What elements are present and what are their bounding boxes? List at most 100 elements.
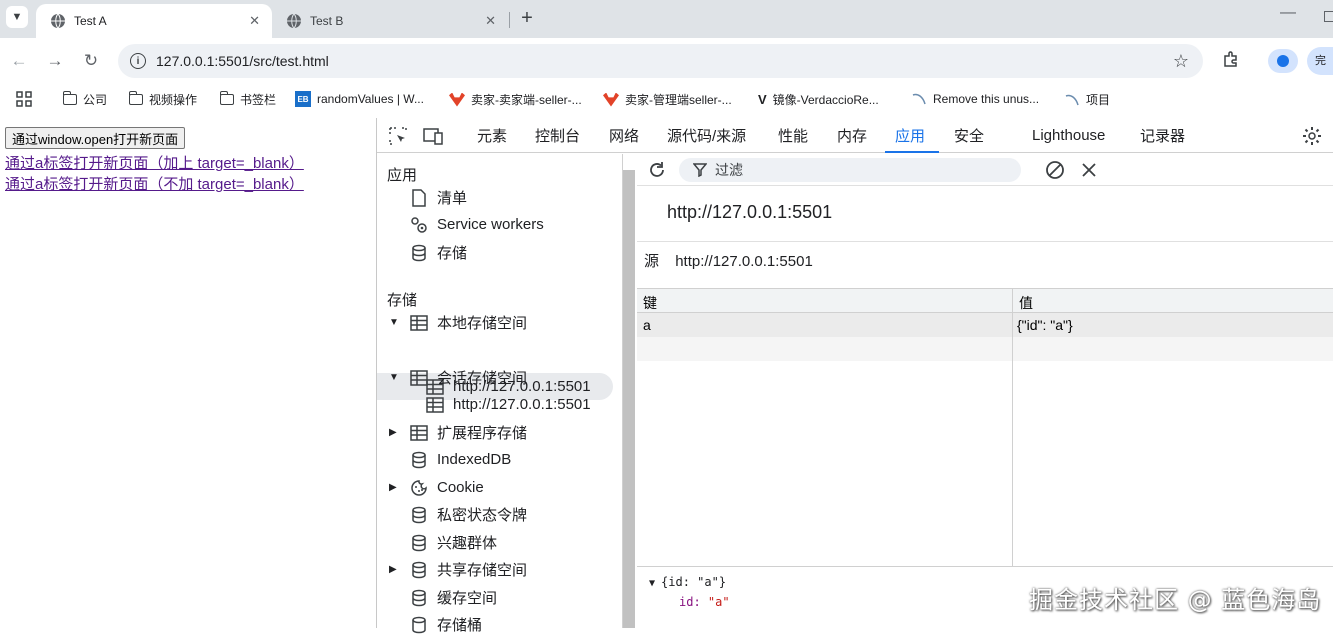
tab-application[interactable]: 应用: [884, 118, 940, 153]
profile-avatar[interactable]: [1268, 49, 1298, 73]
sidebar-item-interest-groups[interactable]: 兴趣群体: [409, 529, 497, 556]
device-toolbar-icon[interactable]: [422, 126, 444, 146]
maximize-icon[interactable]: [1324, 11, 1333, 22]
triangle-right-icon[interactable]: ▶: [389, 427, 401, 438]
tab-sources[interactable]: 源代码/来源: [667, 118, 746, 152]
bookmark-item[interactable]: 公司: [62, 91, 107, 108]
tab-recorder[interactable]: 记录器: [1140, 118, 1185, 152]
bookmark-item[interactable]: Remove this unus...: [911, 91, 1039, 107]
sidebar-item-local-storage[interactable]: ▼ 本地存储空间: [389, 309, 527, 336]
link-without-blank[interactable]: 通过a标签打开新页面（不加 target=_blank）: [5, 173, 304, 194]
gears-icon: [409, 215, 429, 235]
sidebar-item-shared-storage[interactable]: ▶ 共享存储空间: [389, 556, 527, 583]
tab-network[interactable]: 网络: [609, 118, 639, 152]
document-icon: [409, 188, 429, 208]
triangle-down-icon[interactable]: ▼: [389, 317, 401, 328]
tab-label: Test A: [74, 14, 107, 28]
forward-button[interactable]: →: [44, 50, 66, 72]
sidebar-item-private-state-tokens[interactable]: 私密状态令牌: [409, 501, 527, 528]
folder-icon: [62, 91, 77, 105]
address-bar[interactable]: i 127.0.0.1:5501/src/test.html ☆: [118, 44, 1203, 78]
site-info-icon[interactable]: i: [130, 53, 146, 69]
sidebar-item-indexeddb[interactable]: IndexedDB: [409, 446, 511, 473]
inspect-element-icon[interactable]: [388, 126, 408, 146]
tab-test-a[interactable]: Test A ✕: [36, 4, 272, 38]
new-tab-button[interactable]: +: [516, 7, 538, 29]
bookmark-item[interactable]: V 镜像-VerdaccioRe...: [758, 91, 879, 108]
delete-selected-icon[interactable]: [1080, 161, 1098, 179]
database-icon: [409, 588, 429, 608]
sidebar-item-session-storage[interactable]: ▼ 会话存储空间: [389, 364, 527, 391]
clear-all-icon[interactable]: [1045, 160, 1065, 180]
sidebar-item-cookie[interactable]: ▶ Cookie: [389, 474, 484, 501]
link-with-blank[interactable]: 通过a标签打开新页面（加上 target=_blank）: [5, 152, 304, 173]
bookmark-item[interactable]: 书签栏: [219, 91, 276, 108]
tab-console[interactable]: 控制台: [535, 118, 580, 152]
triangle-down-icon[interactable]: ▼: [389, 372, 401, 383]
column-key-header[interactable]: 键: [643, 293, 657, 313]
sidebar-scrollbar[interactable]: [623, 170, 635, 628]
eb-icon: EB: [295, 91, 311, 107]
sidebar-item-service-workers[interactable]: Service workers: [409, 211, 544, 238]
settings-gear-icon[interactable]: [1302, 126, 1322, 146]
storage-table: 键 值 a {"id": "a"}: [637, 288, 1333, 566]
sidebar-item-storage-buckets[interactable]: 存储桶: [409, 611, 482, 638]
refresh-icon[interactable]: [647, 160, 667, 180]
row-key: a: [643, 317, 651, 333]
bookmark-item[interactable]: 视频操作: [128, 91, 197, 108]
gitlab-fox-icon: [449, 92, 465, 107]
source-value: http://127.0.0.1:5501: [675, 253, 813, 270]
tab-strip: ▼ Test A ✕ Test B ✕ + —: [0, 0, 1333, 38]
verdaccio-icon: V: [758, 92, 767, 107]
tab-performance[interactable]: 性能: [778, 118, 808, 152]
tab-label: Test B: [310, 14, 344, 28]
triangle-right-icon[interactable]: ▶: [389, 482, 401, 493]
browser-toolbar: ← → ↻ i 127.0.0.1:5501/src/test.html ☆: [0, 38, 1333, 84]
tab-security[interactable]: 安全: [954, 118, 984, 152]
bookmark-star-icon[interactable]: ☆: [1173, 51, 1189, 72]
sidebar-item-cache-storage[interactable]: 缓存空间: [409, 584, 497, 611]
tab-memory[interactable]: 内存: [837, 118, 867, 152]
minimize-icon[interactable]: —: [1280, 4, 1296, 22]
column-divider: [1012, 288, 1013, 566]
reload-button[interactable]: ↻: [80, 50, 102, 72]
open-window-button[interactable]: 通过window.open打开新页面: [5, 127, 186, 149]
table-row[interactable]: a {"id": "a"}: [637, 313, 1333, 337]
sidebar-item-manifest[interactable]: 清单: [409, 184, 467, 211]
bookmark-item[interactable]: 卖家-管理端seller-...: [603, 91, 732, 108]
triangle-right-icon[interactable]: ▶: [389, 564, 401, 575]
apps-icon[interactable]: [16, 91, 32, 107]
bookmark-item[interactable]: EB randomValues | W...: [295, 91, 424, 107]
tab-test-b[interactable]: Test B ✕: [272, 4, 508, 38]
finish-update-button[interactable]: 完: [1307, 47, 1333, 75]
expand-triangle-icon[interactable]: ▼: [649, 578, 655, 589]
bookmark-item[interactable]: 卖家-卖家端-seller-...: [449, 91, 582, 108]
divider: [637, 241, 1333, 242]
sidebar-item-extension-storage[interactable]: ▶ 扩展程序存储: [389, 419, 527, 446]
table-icon: [425, 395, 445, 415]
column-value-header[interactable]: 值: [1019, 293, 1033, 313]
globe-icon: [50, 13, 66, 29]
tab-elements[interactable]: 元素: [477, 118, 507, 152]
close-tab-icon[interactable]: ✕: [485, 13, 496, 29]
tab-search-button[interactable]: ▼: [6, 6, 28, 28]
extensions-icon[interactable]: [1222, 50, 1240, 68]
sidebar-section-storage: 存储: [387, 292, 418, 309]
filter-icon: [693, 163, 707, 177]
sidebar-item-session-origin[interactable]: http://127.0.0.1:5501: [425, 391, 591, 418]
sidebar-item-storage[interactable]: 存储: [409, 239, 467, 266]
arrow-right-icon: →: [46, 51, 64, 70]
tab-separator: [509, 12, 510, 28]
reload-icon: ↻: [83, 51, 99, 70]
folder-icon: [219, 91, 234, 105]
close-tab-icon[interactable]: ✕: [249, 13, 260, 29]
preview-value: "a": [707, 595, 730, 609]
origin-title: http://127.0.0.1:5501: [667, 202, 833, 222]
globe-icon: [286, 13, 302, 29]
filter-input[interactable]: 过滤: [679, 158, 1021, 182]
bookmark-item[interactable]: 项目: [1064, 91, 1110, 108]
back-button[interactable]: ←: [8, 50, 30, 72]
database-icon: [409, 615, 429, 635]
tab-lighthouse[interactable]: Lighthouse: [1032, 118, 1105, 152]
page-content: 通过window.open打开新页面 通过a标签打开新页面（加上 target=…: [0, 118, 376, 628]
